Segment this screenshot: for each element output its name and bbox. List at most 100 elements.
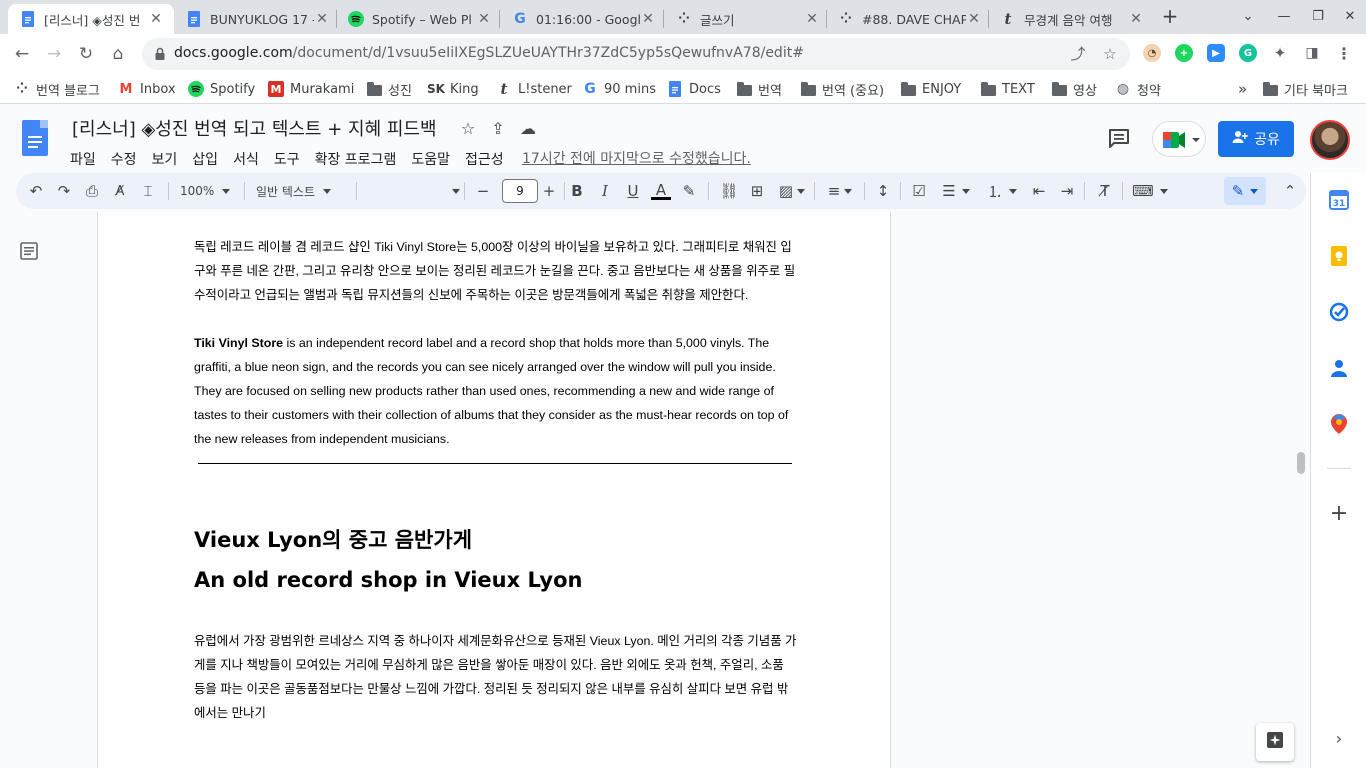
address-bar[interactable]: docs.google.com/document/d/1vsuu5eIiIXEg…	[142, 38, 1130, 70]
print-icon[interactable]: ⎙	[80, 179, 104, 203]
new-tab-button[interactable]: +	[1158, 4, 1182, 30]
document-page[interactable]: 독립 레코드 레이블 겸 레코드 샵인 Tiki Vinyl Store는 5,…	[97, 212, 891, 768]
increase-font-size-button[interactable]: +	[538, 179, 560, 203]
spellcheck-icon[interactable]: A̸	[108, 179, 132, 203]
bookmark-item[interactable]: TEXT	[980, 80, 1035, 98]
bookmarks-overflow-button[interactable]: »	[1238, 80, 1247, 98]
share-page-icon[interactable]: ⤴	[1068, 44, 1088, 64]
bookmark-item[interactable]: ENJOY	[900, 80, 961, 98]
tab-search-icon[interactable]: ⌄	[1234, 6, 1262, 28]
browser-tab-active[interactable]: [리스너] ◈성진 번 ✕	[8, 4, 174, 34]
vertical-scrollbar[interactable]	[1297, 452, 1305, 474]
menu-file[interactable]: 파일	[70, 147, 96, 171]
get-addons-icon[interactable]: +	[1329, 501, 1349, 526]
decrease-indent-icon[interactable]: ⇤	[1028, 179, 1050, 203]
window-close-icon[interactable]: ✕	[1336, 6, 1364, 28]
italic-icon[interactable]: I	[594, 179, 616, 203]
bookmark-item[interactable]: ◍ 청약	[1115, 80, 1161, 99]
avatar[interactable]	[1310, 120, 1350, 160]
line-spacing-icon[interactable]: ↕	[872, 179, 894, 203]
home-icon[interactable]: ⌂	[106, 42, 130, 66]
bookmark-item[interactable]: 번역 (중요)	[800, 80, 884, 99]
keep-icon[interactable]	[1329, 246, 1349, 266]
close-icon[interactable]: ✕	[804, 11, 820, 27]
menu-help[interactable]: 도움말	[411, 147, 450, 171]
checklist-icon[interactable]: ☑	[908, 179, 930, 203]
bookmark-star-icon[interactable]: ☆	[1100, 44, 1120, 64]
document-outline-icon[interactable]	[20, 242, 38, 260]
browser-tab[interactable]: ⁘ 글쓰기 ✕	[664, 4, 830, 34]
increase-indent-icon[interactable]: ⇥	[1056, 179, 1078, 203]
comment-history-icon[interactable]	[1106, 125, 1132, 151]
zoom-select[interactable]: 100%	[180, 179, 240, 203]
minimize-icon[interactable]: —	[1270, 6, 1298, 28]
contacts-icon[interactable]	[1329, 358, 1349, 378]
insert-image-icon[interactable]: ▨	[774, 179, 810, 203]
close-icon[interactable]: ✕	[148, 11, 164, 27]
font-size-input[interactable]: 9	[502, 179, 538, 203]
side-panel-icon[interactable]: ◨	[1303, 44, 1321, 62]
browser-tab[interactable]: G 01:16:00 - Googl ✕	[500, 4, 666, 34]
bulleted-list-icon[interactable]: ☰	[936, 179, 976, 203]
cloud-status-icon[interactable]: ☁	[518, 119, 538, 139]
move-icon[interactable]: ⇪	[488, 119, 508, 139]
zoom-extension-icon[interactable]: ▶	[1207, 44, 1225, 62]
grammarly-icon[interactable]: G	[1239, 44, 1257, 62]
browser-tab[interactable]: ⁘ #88. DAVE CHAP ✕	[826, 4, 992, 34]
bookmark-item[interactable]: M Murakami	[268, 80, 354, 98]
collapse-menus-icon[interactable]: ⌃	[1278, 179, 1302, 203]
menu-tools[interactable]: 도구	[274, 147, 300, 171]
link-icon[interactable]: ⛓	[718, 179, 740, 203]
extension-green-icon[interactable]: +	[1175, 44, 1193, 62]
input-tools-icon[interactable]: ⌨	[1130, 179, 1170, 203]
bookmark-item[interactable]: t L!stener	[496, 80, 572, 98]
bookmark-item[interactable]: Docs	[667, 80, 721, 98]
align-icon[interactable]: ≡	[822, 179, 858, 203]
other-bookmarks[interactable]: 기타 북마크	[1262, 80, 1348, 99]
menu-insert[interactable]: 삽입	[192, 147, 218, 171]
bookmark-item[interactable]: Spotify	[188, 80, 255, 98]
extensions-puzzle-icon[interactable]: ✦	[1271, 44, 1289, 62]
undo-icon[interactable]: ↶	[24, 179, 48, 203]
more-vert-icon[interactable]: ⋮	[1335, 44, 1353, 63]
close-icon[interactable]: ✕	[1128, 11, 1144, 27]
menu-format[interactable]: 서식	[233, 147, 259, 171]
bookmark-item[interactable]: ⁘ 번역 블로그	[14, 80, 100, 99]
menu-accessibility[interactable]: 접근성	[465, 147, 504, 171]
explore-button[interactable]	[1256, 723, 1294, 761]
font-select[interactable]	[368, 179, 460, 203]
editing-mode-button[interactable]: ✎	[1224, 177, 1266, 205]
document-title[interactable]: [리스너] ◈성진 번역 되고 텍스트 + 지혜 피드백	[72, 115, 437, 141]
back-arrow-icon[interactable]: ←	[10, 42, 34, 66]
browser-tab[interactable]: Spotify – Web Pl ✕	[336, 4, 502, 34]
text-color-icon[interactable]: A	[650, 179, 672, 203]
menu-view[interactable]: 보기	[152, 147, 178, 171]
bookmark-item[interactable]: SK King	[427, 80, 479, 98]
star-icon[interactable]: ☆	[458, 119, 478, 139]
add-comment-icon[interactable]: ⊞	[746, 179, 768, 203]
numbered-list-icon[interactable]: ⒈	[982, 179, 1022, 203]
decrease-font-size-button[interactable]: −	[472, 179, 494, 203]
bookmark-item[interactable]: M Inbox	[118, 80, 176, 98]
clear-formatting-icon[interactable]: T̸	[1094, 179, 1116, 203]
paint-format-icon[interactable]: ⌶	[136, 179, 160, 203]
paragraph-style-select[interactable]: 일반 텍스트	[256, 179, 348, 203]
maps-icon[interactable]	[1329, 414, 1349, 434]
bold-icon[interactable]: B	[566, 179, 588, 203]
reload-icon[interactable]: ↻	[74, 42, 98, 66]
forward-arrow-icon[interactable]: →	[42, 42, 66, 66]
chevron-right-icon[interactable]: ›	[1329, 728, 1349, 748]
bookmark-item[interactable]: 성진	[366, 80, 412, 99]
browser-tab[interactable]: BUNYUKLOG 17 - ✕	[174, 4, 340, 34]
highlight-icon[interactable]: ✎	[678, 179, 700, 203]
close-icon[interactable]: ✕	[314, 11, 330, 27]
calendar-icon[interactable]: 31	[1329, 190, 1349, 210]
bookmark-item[interactable]: 번역	[736, 80, 782, 99]
share-button[interactable]: 공유	[1218, 121, 1294, 157]
tasks-icon[interactable]	[1329, 302, 1349, 322]
browser-tab[interactable]: t 무경계 음악 여행 ✕	[988, 4, 1154, 34]
close-icon[interactable]: ✕	[966, 11, 982, 27]
bookmark-item[interactable]: 영상	[1051, 80, 1097, 99]
last-edit-link[interactable]: 17시간 전에 마지막으로 수정했습니다.	[522, 148, 751, 168]
restore-icon[interactable]: ❐	[1304, 6, 1332, 28]
